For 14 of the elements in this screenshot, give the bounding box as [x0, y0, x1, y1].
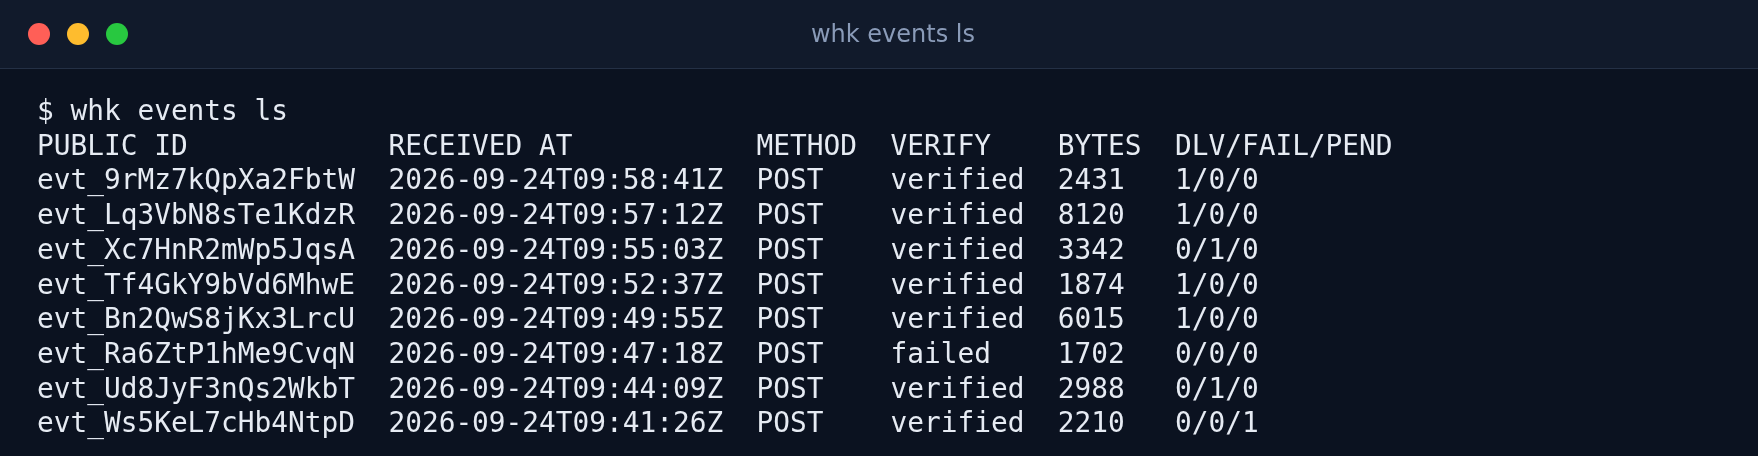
- table-header: PUBLIC ID RECEIVED AT METHOD VERIFY BYTES DLV/FAIL/PEND: [37, 128, 1393, 164]
- output-line: evt_Tf4GkY9bVd6MhwE 2026-09-24T09:52:37Z POST verified 1874 1/0/0: [37, 267, 1259, 303]
- output-line: evt_Bn2QwS8jKx3LrcU 2026-09-24T09:49:55Z POST verified 6015 1/0/0: [37, 302, 1259, 337]
- output-line: evt_Ra6ZtP1hMe9CvqN 2026-09-24T09:47:18Z POST failed 1702 0/0/0: [37, 336, 1259, 372]
- output-line: evt_Ud8JyF3nQs2WkbT 2026-09-24T09:44:09Z POST verified 2988 0/1/0: [37, 371, 1259, 407]
- command-line: $ whk events ls: [37, 94, 289, 129]
- close-button[interactable]: [28, 23, 50, 45]
- window-title: whk events ls: [811, 20, 975, 48]
- minimize-button[interactable]: [67, 23, 89, 45]
- output-line: evt_Xc7HnR2mWp5JqsA 2026-09-24T09:55:03Z POST verified 3342 0/1/0: [37, 232, 1259, 268]
- output-line: evt_Lq3VbN8sTe1KdzR 2026-09-24T09:57:12Z POST verified 8120 1/0/0: [37, 198, 1259, 233]
- maximize-button[interactable]: [106, 23, 128, 45]
- output-line: evt_Ws5KeL7cHb4NtpD 2026-09-24T09:41:26Z POST verified 2210 0/0/1: [37, 406, 1259, 442]
- output-line: evt_9rMz7kQpXa2FbtW 2026-09-24T09:58:41Z POST verified 2431 1/0/0: [37, 163, 1259, 199]
